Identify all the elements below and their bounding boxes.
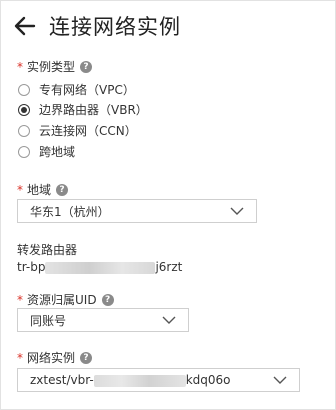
help-icon[interactable]: ?: [101, 293, 114, 306]
required-mark: *: [17, 59, 23, 74]
region-label: 地域: [27, 183, 52, 197]
radio-option-cross-region[interactable]: 跨地域: [18, 143, 75, 160]
required-mark: *: [17, 182, 23, 197]
arrow-left-icon[interactable]: [13, 14, 37, 38]
resource-owner-select[interactable]: 同账号: [17, 308, 189, 332]
instance-type-label-row: * 实例类型 ?: [17, 58, 93, 75]
radio-button-selected[interactable]: [18, 103, 30, 116]
chevron-down-icon: [230, 207, 244, 215]
network-instance-select[interactable]: zxtest/vbr-kdq06o: [17, 368, 300, 392]
radio-option-label: 云连接网（CCN）: [39, 124, 137, 138]
instance-type-label: 实例类型: [27, 60, 76, 74]
forwarding-router-id-prefix: tr-bp: [17, 260, 46, 274]
resource-owner-label-row: * 资源归属UID ?: [17, 291, 114, 308]
region-select-value: 华东1（杭州）: [30, 204, 110, 219]
region-select[interactable]: 华东1（杭州）: [17, 199, 257, 223]
redacted-text: [45, 261, 156, 274]
network-instance-label: 网络实例: [27, 351, 76, 365]
forwarding-router-value: tr-bp j6rzt: [17, 260, 182, 274]
panel-header: 连接网络实例: [13, 11, 181, 41]
help-icon[interactable]: ?: [80, 351, 93, 364]
redacted-text: [93, 374, 186, 387]
resource-owner-label: 资源归属UID: [27, 293, 97, 307]
radio-option-label: 专有网络（VPC）: [39, 83, 135, 97]
radio-button[interactable]: [18, 83, 30, 96]
network-instance-label-row: * 网络实例 ?: [17, 349, 93, 366]
forwarding-router-label: 转发路由器: [17, 243, 78, 257]
required-mark: *: [17, 350, 23, 365]
network-instance-id-prefix: zxtest/vbr-: [30, 373, 94, 387]
page-title: 连接网络实例: [49, 15, 181, 39]
forwarding-router-label-row: 转发路由器: [17, 241, 77, 258]
forwarding-router-id-suffix: j6rzt: [155, 260, 183, 274]
radio-option-vpc[interactable]: 专有网络（VPC）: [18, 81, 135, 98]
chevron-down-icon: [162, 316, 176, 324]
region-label-row: * 地域 ?: [17, 181, 69, 198]
radio-option-label: 边界路由器（VBR）: [39, 103, 148, 117]
radio-button[interactable]: [18, 124, 30, 137]
connect-network-instance-panel: 连接网络实例 * 实例类型 ? 专有网络（VPC） 边界路由器（VBR） 云连接…: [0, 0, 336, 410]
radio-option-ccn[interactable]: 云连接网（CCN）: [18, 122, 137, 139]
resource-owner-select-value: 同账号: [30, 313, 67, 328]
network-instance-select-value: zxtest/vbr-kdq06o: [18, 373, 273, 387]
required-mark: *: [17, 292, 23, 307]
help-icon[interactable]: ?: [80, 60, 93, 73]
help-icon[interactable]: ?: [56, 183, 69, 196]
radio-option-label: 跨地域: [39, 145, 76, 159]
network-instance-id-suffix: kdq06o: [185, 373, 231, 387]
radio-option-vbr[interactable]: 边界路由器（VBR）: [18, 101, 148, 118]
chevron-down-icon: [273, 376, 287, 384]
radio-button[interactable]: [18, 145, 30, 158]
